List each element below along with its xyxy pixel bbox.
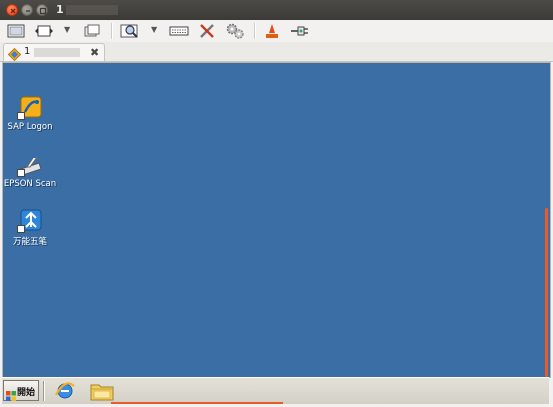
chevron-down-icon[interactable]: ▼ [151,25,157,34]
tab-label: 1 [24,46,31,57]
fullscreen-icon[interactable] [6,22,26,40]
sap-logon-icon [17,96,43,120]
minimize-icon[interactable] [21,4,33,16]
tools-icon[interactable] [197,22,217,40]
record-icon[interactable] [262,22,282,40]
remote-desktop[interactable]: SAP Logon EPSON Scan 万能五笔 [2,62,551,378]
windows-logo-icon [6,386,16,405]
windows-icon[interactable] [82,22,102,40]
taskbar-separator [43,381,45,401]
desktop-icon-label: EPSON Scan [3,179,57,189]
wanneng-wubi-icon [17,209,43,233]
shortcut-arrow-icon [17,225,25,233]
progress-underline [111,402,283,404]
scrollbar-thumb[interactable] [545,208,548,377]
close-icon[interactable]: ✖ [90,46,99,59]
desktop-icon-epson-scan[interactable]: EPSON Scan [0,153,60,189]
tab-remote-session[interactable]: 1 ✖ [3,43,105,62]
epson-scan-icon [17,153,43,177]
desktop-icon-sap-logon[interactable]: SAP Logon [0,96,60,132]
zoom-icon[interactable] [119,22,141,40]
start-button[interactable]: 開始 [3,380,39,401]
chevron-down-icon[interactable]: ▼ [64,25,70,34]
window-title: 1 [56,3,64,16]
tab-strip: 1 ✖ [0,42,553,62]
title-redaction [66,5,118,15]
folder-icon[interactable] [90,381,114,401]
close-icon[interactable] [6,4,18,16]
toolbar-separator [111,23,113,39]
settings-icon[interactable] [224,22,246,40]
taskbar: 開始 [2,377,549,404]
plug-icon[interactable] [289,22,311,40]
start-label: 開始 [17,388,36,398]
toolbar: ▼ ▼ [0,20,553,42]
desktop-icon-wanneng-wubi[interactable]: 万能五笔 [0,209,60,247]
window-titlebar[interactable]: 1 [0,0,553,20]
maximize-icon[interactable] [36,4,48,16]
vertical-scrollbar[interactable] [543,63,550,377]
desktop-icon-label: SAP Logon [7,122,53,132]
internet-explorer-icon[interactable] [54,380,76,402]
toolbar-separator [254,23,256,39]
keyboard-icon[interactable] [168,22,190,40]
desktop-icon-label: 万能五笔 [12,237,47,247]
shortcut-arrow-icon [17,169,25,177]
shortcut-arrow-icon [17,112,25,120]
tab-label-redaction [34,48,80,57]
move-icon[interactable] [34,22,54,40]
